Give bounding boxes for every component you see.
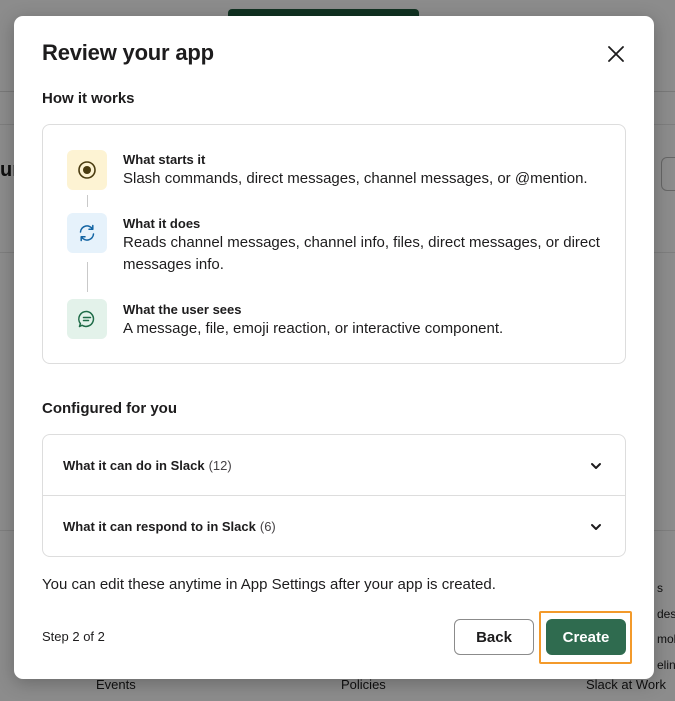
configured-heading: Configured for you <box>42 400 177 417</box>
accordion-count: (12) <box>208 457 232 473</box>
close-button[interactable] <box>602 40 630 68</box>
step-description: A message, file, emoji reaction, or inte… <box>123 320 504 337</box>
review-app-modal: Review your app How it works What starts… <box>14 16 654 679</box>
chevron-down-icon <box>591 463 601 469</box>
back-button[interactable]: Back <box>454 619 534 655</box>
step-connector <box>87 195 88 207</box>
message-icon <box>78 310 95 328</box>
trigger-icon-badge <box>67 150 107 190</box>
step-title: What starts it <box>123 152 206 167</box>
how-it-works-heading: How it works <box>42 90 135 107</box>
accordion-label: What it can do in Slack <box>63 457 205 473</box>
accordion-count: (6) <box>259 519 276 534</box>
refresh-icon <box>79 224 95 242</box>
chevron-down-icon <box>591 524 601 530</box>
modal-title: Review your app <box>42 40 214 65</box>
step-connector <box>87 262 88 292</box>
accordion-item-can-respond[interactable]: What it can respond to in Slack (6) <box>43 496 625 556</box>
step-description: Slash commands, direct messages, channel… <box>123 170 588 187</box>
settings-note: You can edit these anytime in App Settin… <box>42 576 496 593</box>
step-indicator: Step 2 of 2 <box>42 629 105 644</box>
step-description: Reads channel messages, channel info, fi… <box>123 234 600 273</box>
create-button[interactable]: Create <box>546 619 626 655</box>
step-title: What it does <box>123 216 201 231</box>
how-it-works-card: What starts it Slash commands, direct me… <box>42 124 626 364</box>
close-icon <box>608 46 624 62</box>
step-title: What the user sees <box>123 302 242 317</box>
accordion-item-can-do[interactable]: What it can do in Slack (12) <box>43 435 625 496</box>
configured-accordion: What it can do in Slack (12) What it can… <box>42 434 626 557</box>
accordion-label: What it can respond to in Slack <box>63 519 256 534</box>
action-icon-badge <box>67 213 107 253</box>
trigger-icon <box>78 161 96 179</box>
output-icon-badge <box>67 299 107 339</box>
